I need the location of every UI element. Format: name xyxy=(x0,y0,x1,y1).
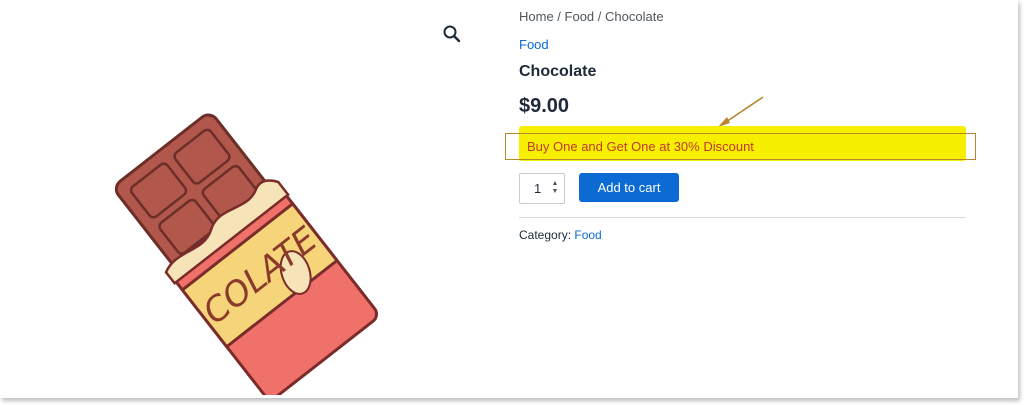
add-to-cart-button[interactable]: Add to cart xyxy=(579,173,679,202)
product-title: Chocolate xyxy=(519,63,597,80)
promo-message: Buy One and Get One at 30% Discount xyxy=(527,139,754,154)
breadcrumb-category[interactable]: Food xyxy=(565,9,595,24)
product-gallery: COLATE xyxy=(40,0,480,398)
product-meta: Category: Food xyxy=(519,228,602,242)
breadcrumb-separator: / xyxy=(553,9,565,24)
breadcrumb-separator: / xyxy=(594,9,606,24)
breadcrumb-home[interactable]: Home xyxy=(519,9,554,24)
product-price: $9.00 xyxy=(519,95,570,117)
arrow-icon xyxy=(718,96,764,127)
breadcrumb-current: Chocolate xyxy=(605,9,664,24)
quantity-stepper-icon[interactable]: ▲ ▼ xyxy=(551,180,559,196)
meta-category-link[interactable]: Food xyxy=(574,228,601,242)
meta-label: Category: xyxy=(519,228,572,242)
divider xyxy=(519,217,966,218)
product-image[interactable]: COLATE xyxy=(100,100,380,395)
product-page: COLATE Home / Food / Chocolate Food Choc… xyxy=(0,0,1018,398)
product-category-link[interactable]: Food xyxy=(519,37,549,52)
search-icon[interactable] xyxy=(440,22,464,46)
breadcrumb: Home / Food / Chocolate xyxy=(519,9,664,24)
